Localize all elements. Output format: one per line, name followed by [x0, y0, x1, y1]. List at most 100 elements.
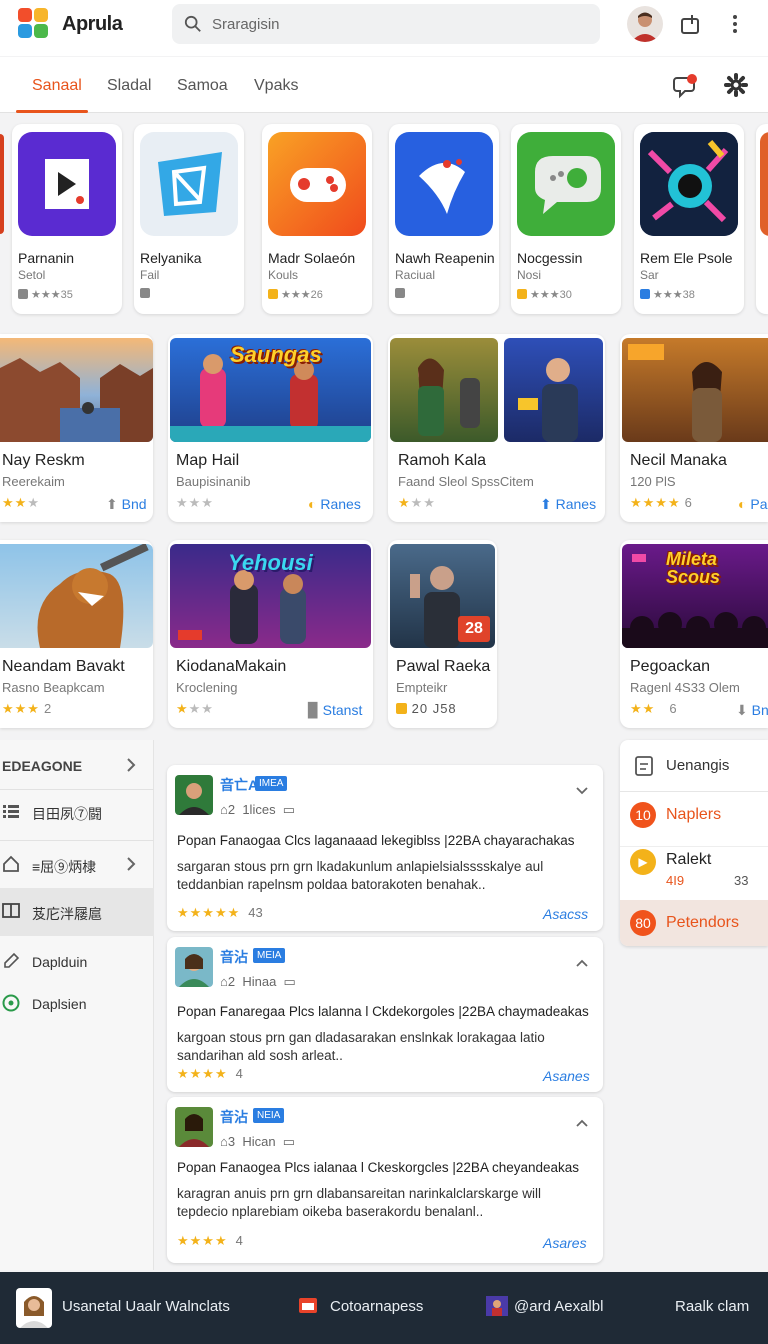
game-title: Map Hail: [176, 452, 240, 469]
review-card[interactable]: 音沾 NEIA ⌂3 Hican ▭ Popan Fanaogea Plcs i…: [167, 1097, 603, 1263]
game-action-link[interactable]: ◐ Pa: [738, 496, 767, 512]
right-panel-item[interactable]: ▶ Ralekt 4I9 33: [620, 846, 768, 898]
chevron-down-icon[interactable]: [575, 785, 589, 797]
game-card[interactable]: Ramoh Kala Faand Sleol SpssCitem ★★★ ⬆ R…: [388, 334, 605, 522]
game-action-link[interactable]: ⬇ Bn: [736, 702, 768, 719]
game-artwork: Mileta Scous: [622, 544, 768, 648]
tab-samoa[interactable]: Samoa: [177, 77, 228, 95]
game-rating: ★★★★ 6: [630, 495, 692, 510]
app-category: Setol: [18, 268, 46, 282]
app-card-partial-right[interactable]: [756, 124, 768, 314]
game-subtitle: Empteikr: [396, 680, 448, 695]
app-name: Relyanika: [140, 250, 202, 266]
game-card[interactable]: Neandam Bavakt Rasno Beapkcam ★★★ 2: [0, 540, 153, 728]
chevron-up-icon[interactable]: [575, 957, 589, 969]
right-panel: Uenangis 10 Naplers ▶ Ralekt 4I9 33 80 P…: [620, 740, 768, 946]
sidebar-item-3[interactable]: ≡屈⑨炳棣: [0, 840, 154, 888]
search-bar[interactable]: Sraragisin: [172, 4, 600, 44]
review-action-link[interactable]: Asares: [543, 1235, 587, 1251]
game-rating: ★★★ 2: [2, 701, 52, 716]
app-rating: ★★★35: [18, 288, 73, 301]
app-name: Rem Ele Psole: [640, 250, 733, 266]
tab-sanaal[interactable]: Sanaal: [32, 77, 82, 95]
sidebar-item-category[interactable]: EDEAGONE: [0, 742, 154, 790]
left-sidebar: EDEAGONE 目田夙⑦闘 ≡屈⑨炳棣 芨庀泮屦扈 Daplduin Dapl…: [0, 740, 154, 1270]
review-title: Popan Fanaogea Plcs ialanaa l Ckeskorgcl…: [177, 1160, 580, 1175]
bottom-bar-item[interactable]: @ard Aexalbl: [514, 1298, 603, 1315]
review-card[interactable]: 音亡A IMEA ⌂2 1lices ▭ Popan Fanaogaa Clcs…: [167, 765, 603, 931]
app-category: Kouls: [268, 268, 299, 282]
game-card[interactable]: Saungas Map Hail Baupisinanib ★★★ ◐ Rane…: [168, 334, 373, 522]
app-card[interactable]: Relyanika Fail: [134, 124, 244, 314]
reviewer-avatar: [175, 947, 213, 987]
game-artwork: [0, 338, 153, 442]
reviewer-badge: IMEA: [255, 776, 288, 791]
app-card[interactable]: Nocgessin Nosi ★★★30: [511, 124, 621, 314]
game-card[interactable]: Necil Manaka 120 PlS ★★★★ 6 ◐ Pa: [620, 334, 768, 522]
app-card[interactable]: Parnanin Setol ★★★35: [12, 124, 122, 314]
game-artwork: [504, 338, 603, 442]
right-panel-item[interactable]: 10 Naplers: [620, 800, 768, 846]
game-subtitle: Baupisinanib: [176, 474, 251, 489]
app-logo[interactable]: [18, 8, 50, 40]
app-name: Nawh Reapenin: [395, 250, 495, 266]
rank-badge: 10: [630, 802, 656, 828]
tab-vpaks[interactable]: Vpaks: [254, 77, 298, 95]
app-card-partial-left[interactable]: [0, 134, 4, 234]
active-tab-indicator: [16, 110, 88, 113]
game-card[interactable]: Nay Reskm Reerekaim ★★★ ⬆ Bnd: [0, 334, 153, 522]
game-card[interactable]: Yehousi KiodanaMakain Kroclening ★★★ ▉ S…: [168, 540, 373, 728]
review-action-link[interactable]: Asanes: [543, 1068, 590, 1084]
app-icon: [640, 132, 738, 236]
review-card[interactable]: 音沾 MEIA ⌂2 Hinaa ▭ Popan Fanaregaa Plcs …: [167, 937, 603, 1092]
game-subtitle: Kroclening: [176, 680, 238, 695]
user-avatar[interactable]: [627, 6, 663, 42]
review-rating: ★★★★★ 43: [177, 905, 263, 920]
gear-icon[interactable]: [724, 73, 748, 97]
sidebar-item-active[interactable]: 芨庀泮屦扈: [0, 888, 154, 936]
sidebar-item-dapldun[interactable]: Daplduin: [0, 938, 154, 986]
sidebar-item-2[interactable]: 目田夙⑦闘: [0, 788, 154, 836]
game-title: KiodanaMakain: [176, 658, 287, 675]
app-rating: ★★★38: [640, 288, 695, 301]
game-action-link[interactable]: ◐ Ranes: [308, 496, 361, 512]
more-vert-icon[interactable]: [726, 12, 744, 36]
game-subtitle: Reerekaim: [2, 474, 65, 489]
reviewer-badge: MEIA: [253, 948, 286, 963]
game-action-link[interactable]: ⬆ Ranes: [540, 496, 596, 513]
user-photo[interactable]: [16, 1288, 52, 1328]
app-card[interactable]: Nawh Reapenin Raciual: [389, 124, 499, 314]
app-icon: [395, 132, 493, 236]
edit-icon: [4, 952, 20, 968]
right-panel-item[interactable]: 80 Petendors: [620, 900, 768, 946]
chevron-up-icon[interactable]: [575, 1117, 589, 1129]
notification-icon[interactable]: [673, 73, 699, 99]
game-artwork: Yehousi: [170, 544, 371, 648]
app-icon: [140, 132, 238, 236]
game-rating: ★★ 6: [630, 701, 677, 716]
bottom-bar-item[interactable]: Raalk clam: [675, 1298, 749, 1315]
app-card[interactable]: Madr Solaeón Kouls ★★★26: [262, 124, 372, 314]
game-action-link[interactable]: ⬆ Bnd: [106, 496, 147, 513]
app-category: Nosi: [517, 268, 542, 282]
review-title: Popan Fanaregaa Plcs lalanna l Ckdekorgo…: [177, 1004, 589, 1019]
review-action-link[interactable]: Asacss: [543, 906, 588, 922]
bottom-bar-item[interactable]: Usanetal Uaalr Walnclats: [62, 1298, 230, 1315]
chevron-right-icon: [127, 758, 136, 772]
review-body: karagran anuis prn grn dlabansareitan na…: [177, 1186, 541, 1219]
app-icon: [268, 132, 366, 236]
bottom-bar-item[interactable]: Cotoarnapess: [330, 1298, 423, 1315]
app-card[interactable]: Rem Ele Psole Sar ★★★38: [634, 124, 744, 314]
search-input[interactable]: Sraragisin: [212, 16, 280, 33]
game-card[interactable]: 28 Pawal Raeka Empteikr 20 J58: [388, 540, 497, 728]
reviewer-badge: NEIA: [253, 1108, 285, 1123]
tab-sladal[interactable]: Sladal: [107, 77, 151, 95]
app-name: Nocgessin: [517, 250, 583, 266]
game-action-link[interactable]: ▉ Stanst: [308, 702, 362, 719]
share-icon[interactable]: [678, 12, 702, 36]
right-panel-header[interactable]: Uenangis: [620, 740, 768, 792]
rank-badge: 80: [630, 910, 656, 936]
game-rating: ★★★: [2, 495, 40, 510]
game-card[interactable]: Mileta Scous Pegoackan Ragenl 4S33 Olem …: [620, 540, 768, 728]
sidebar-item-daplsien[interactable]: Daplsien: [0, 980, 154, 1028]
